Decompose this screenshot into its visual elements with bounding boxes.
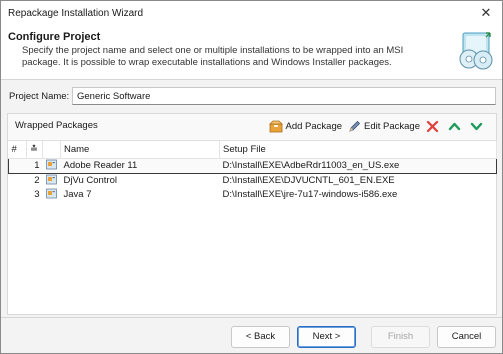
wizard-window: Repackage Installation Wizard ✕ Configur… [0, 0, 503, 354]
wrapped-packages-title: Wrapped Packages [15, 120, 98, 131]
packages-toolbar: Add Package Edit Package [265, 116, 489, 136]
column-header-name[interactable]: Name [60, 141, 220, 159]
move-up-button[interactable] [446, 117, 466, 135]
title-bar: Repackage Installation Wizard ✕ [1, 1, 502, 27]
row-number: 3 [34, 189, 40, 200]
row-number: 1 [26, 157, 43, 174]
table-row[interactable]: 2 DjVu Control D:\Install\EXE\DJVUCNTL_6… [9, 173, 497, 188]
row-icon-cell [43, 173, 61, 188]
row-setup-file: D:\Install\EXE\AdbeRdr11003_en_US.exe [219, 157, 497, 174]
next-button[interactable]: Next > [297, 326, 356, 348]
cancel-button[interactable]: Cancel [437, 326, 496, 348]
wrapped-packages-group: Wrapped Packages Add Package Edit Packag… [7, 113, 497, 315]
row-setup-file: D:\Install\EXE\jre-7u17-windows-i586.exe [222, 189, 398, 200]
row-setup-file: D:\Install\EXE\DJVUCNTL_601_EN.EXE [222, 175, 395, 186]
edit-package-label: Edit Package [364, 120, 420, 132]
row-name: Adobe Reader 11 [60, 157, 220, 174]
packages-table-container: # ≛ Name Setup File 1 Adobe Reader 11 D:… [8, 140, 497, 314]
installer-discs-icon [459, 32, 493, 70]
move-up-icon [448, 122, 461, 130]
row-spacer [9, 173, 27, 188]
row-icon-cell [43, 188, 61, 202]
delete-x-icon [426, 120, 439, 132]
column-header-sort[interactable]: ≛ [26, 141, 43, 159]
project-name-label: Project Name: [9, 91, 70, 102]
window-title: Repackage Installation Wizard [8, 8, 144, 19]
close-icon[interactable]: ✕ [479, 6, 493, 20]
row-name: DjVu Control [63, 175, 118, 186]
page-description: Specify the project name and select one … [22, 45, 404, 68]
package-icon [268, 120, 283, 132]
pencil-icon [349, 120, 361, 132]
main-panel: Project Name: Wrapped Packages Add Packa… [1, 81, 502, 317]
page-title: Configure Project [8, 31, 101, 43]
installer-icon [45, 188, 57, 198]
installer-icon [45, 159, 57, 169]
finish-button[interactable]: Finish [371, 326, 430, 348]
table-row[interactable]: 1 Adobe Reader 11 D:\Install\EXE\AdbeRdr… [8, 157, 497, 174]
add-package-button[interactable]: Add Package [267, 117, 345, 135]
row-name: Java 7 [63, 189, 92, 200]
wizard-header: Configure Project Specify the project na… [1, 27, 502, 80]
row-number: 2 [34, 175, 40, 186]
edit-package-button[interactable]: Edit Package [346, 117, 422, 135]
packages-table: # ≛ Name Setup File 1 Adobe Reader 11 D:… [8, 141, 497, 202]
back-button[interactable]: < Back [231, 326, 290, 348]
installer-icon [45, 174, 57, 184]
row-icon-cell [42, 157, 61, 174]
row-spacer [9, 188, 27, 202]
row-spacer [8, 157, 27, 174]
wizard-footer: < Back Next > Finish Cancel [1, 317, 502, 353]
column-header-icon [42, 141, 61, 159]
column-header-number[interactable]: # [8, 141, 27, 159]
move-down-button[interactable] [468, 117, 488, 135]
add-package-label: Add Package [285, 120, 343, 132]
table-header-row: # ≛ Name Setup File [8, 141, 497, 159]
footer-divider [1, 317, 502, 318]
table-row[interactable]: 3 Java 7 D:\Install\EXE\jre-7u17-windows… [9, 188, 497, 202]
project-name-input[interactable] [72, 87, 496, 105]
delete-package-button[interactable] [424, 117, 444, 135]
column-header-setup-file[interactable]: Setup File [219, 141, 497, 159]
move-down-icon [470, 122, 483, 130]
